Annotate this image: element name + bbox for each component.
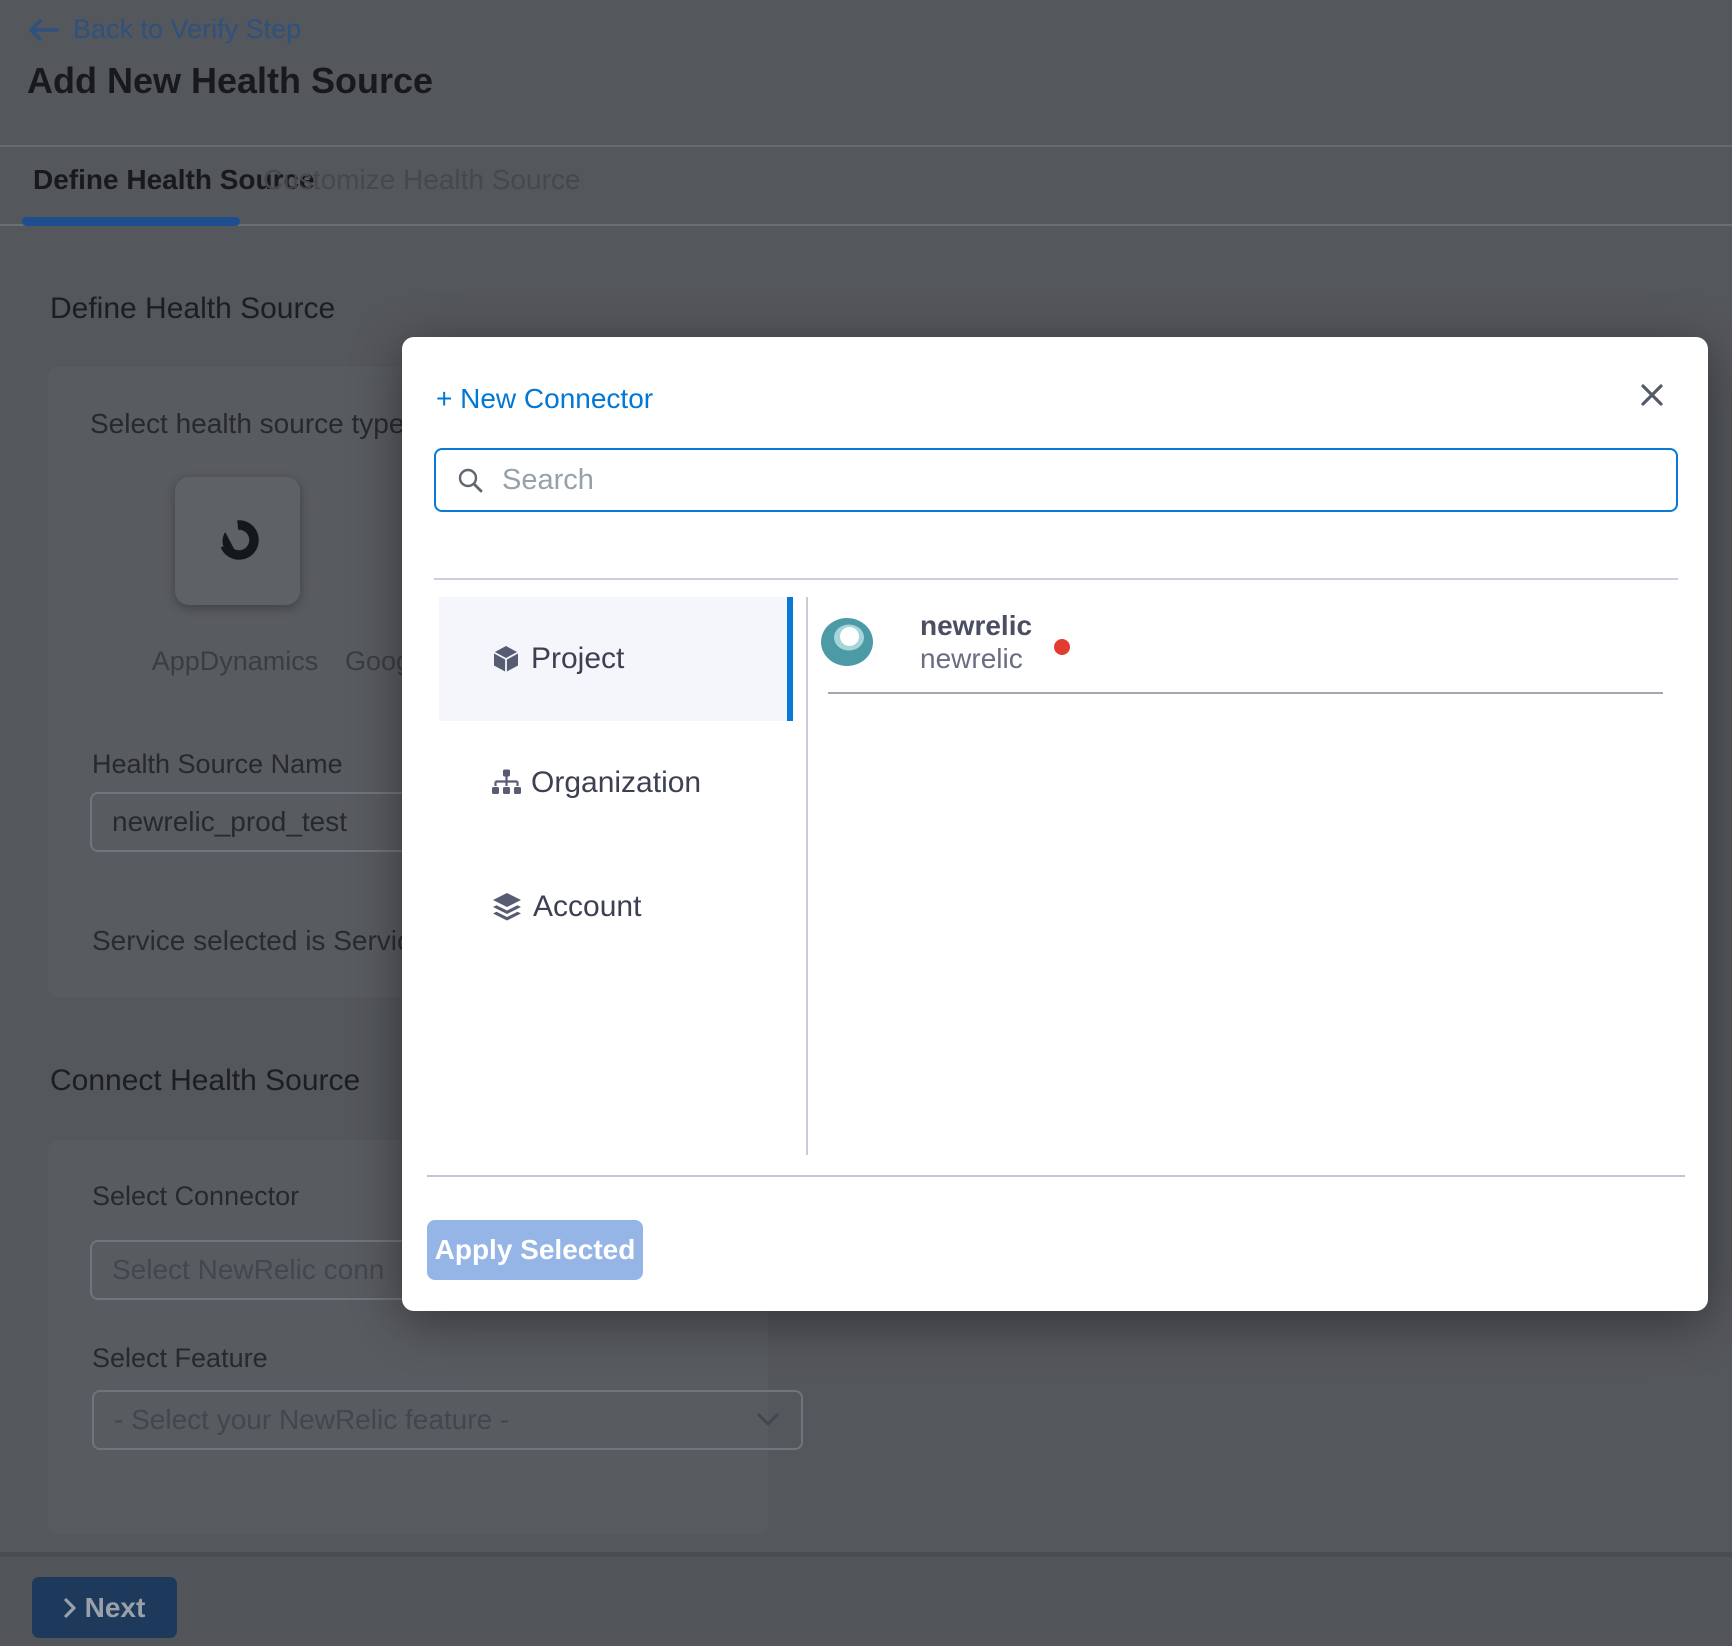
connector-subtitle: newrelic — [920, 643, 1023, 675]
select-feature-dropdown[interactable] — [92, 1390, 803, 1450]
scope-tab-label: Account — [533, 890, 641, 924]
connect-section-heading: Connect Health Source — [50, 1064, 360, 1098]
modal-divider-bottom — [427, 1175, 1685, 1177]
select-feature-input[interactable] — [92, 1390, 803, 1450]
scope-tab-account[interactable]: Account — [439, 845, 793, 969]
sitemap-icon — [490, 768, 522, 798]
close-icon — [1639, 382, 1665, 408]
active-tab-underline — [22, 217, 240, 226]
search-icon — [456, 466, 484, 494]
header-divider — [0, 145, 1732, 147]
status-dot-icon — [1054, 639, 1070, 655]
page-title: Add New Health Source — [27, 60, 433, 102]
new-connector-link[interactable]: + New Connector — [436, 383, 653, 415]
newrelic-logo-icon — [819, 616, 875, 673]
screen: Back to Verify Step Add New Health Sourc… — [0, 0, 1732, 1646]
next-button-label: Next — [85, 1592, 146, 1624]
close-button[interactable] — [1630, 373, 1674, 417]
select-feature-label: Select Feature — [92, 1343, 268, 1374]
scope-tab-label: Organization — [531, 766, 701, 800]
source-type-label-appdynamics: AppDynamics — [150, 646, 320, 677]
connector-row-divider — [828, 692, 1663, 694]
tabbar-divider — [0, 224, 1732, 226]
arrow-left-icon — [27, 17, 59, 43]
chevron-down-icon — [757, 1413, 779, 1432]
tab-customize-health-source[interactable]: Customize Health Source — [263, 164, 580, 196]
connector-title: newrelic — [920, 610, 1032, 642]
define-section-heading: Define Health Source — [50, 292, 335, 326]
service-selected-note: Service selected is Service_ — [92, 925, 442, 957]
back-link-label: Back to Verify Step — [73, 14, 301, 45]
chevron-right-icon — [64, 1598, 76, 1618]
search-box[interactable] — [434, 448, 1678, 512]
scope-tab-organization[interactable]: Organization — [439, 721, 793, 845]
next-button[interactable]: Next — [32, 1577, 177, 1638]
apply-selected-button[interactable]: Apply Selected — [427, 1220, 643, 1280]
back-link[interactable]: Back to Verify Step — [27, 14, 301, 45]
modal-divider-top — [434, 578, 1678, 580]
footer-bar — [0, 1557, 1732, 1646]
layers-icon — [490, 891, 524, 923]
search-input[interactable] — [500, 463, 1656, 498]
connector-select-modal: + New Connector Project — [402, 337, 1708, 1311]
source-type-tile-appdynamics[interactable] — [175, 477, 300, 605]
health-source-name-label: Health Source Name — [92, 749, 343, 780]
select-type-label: Select health source type — [90, 408, 404, 440]
appdynamics-logo-icon — [214, 517, 262, 565]
select-connector-label: Select Connector — [92, 1181, 299, 1212]
